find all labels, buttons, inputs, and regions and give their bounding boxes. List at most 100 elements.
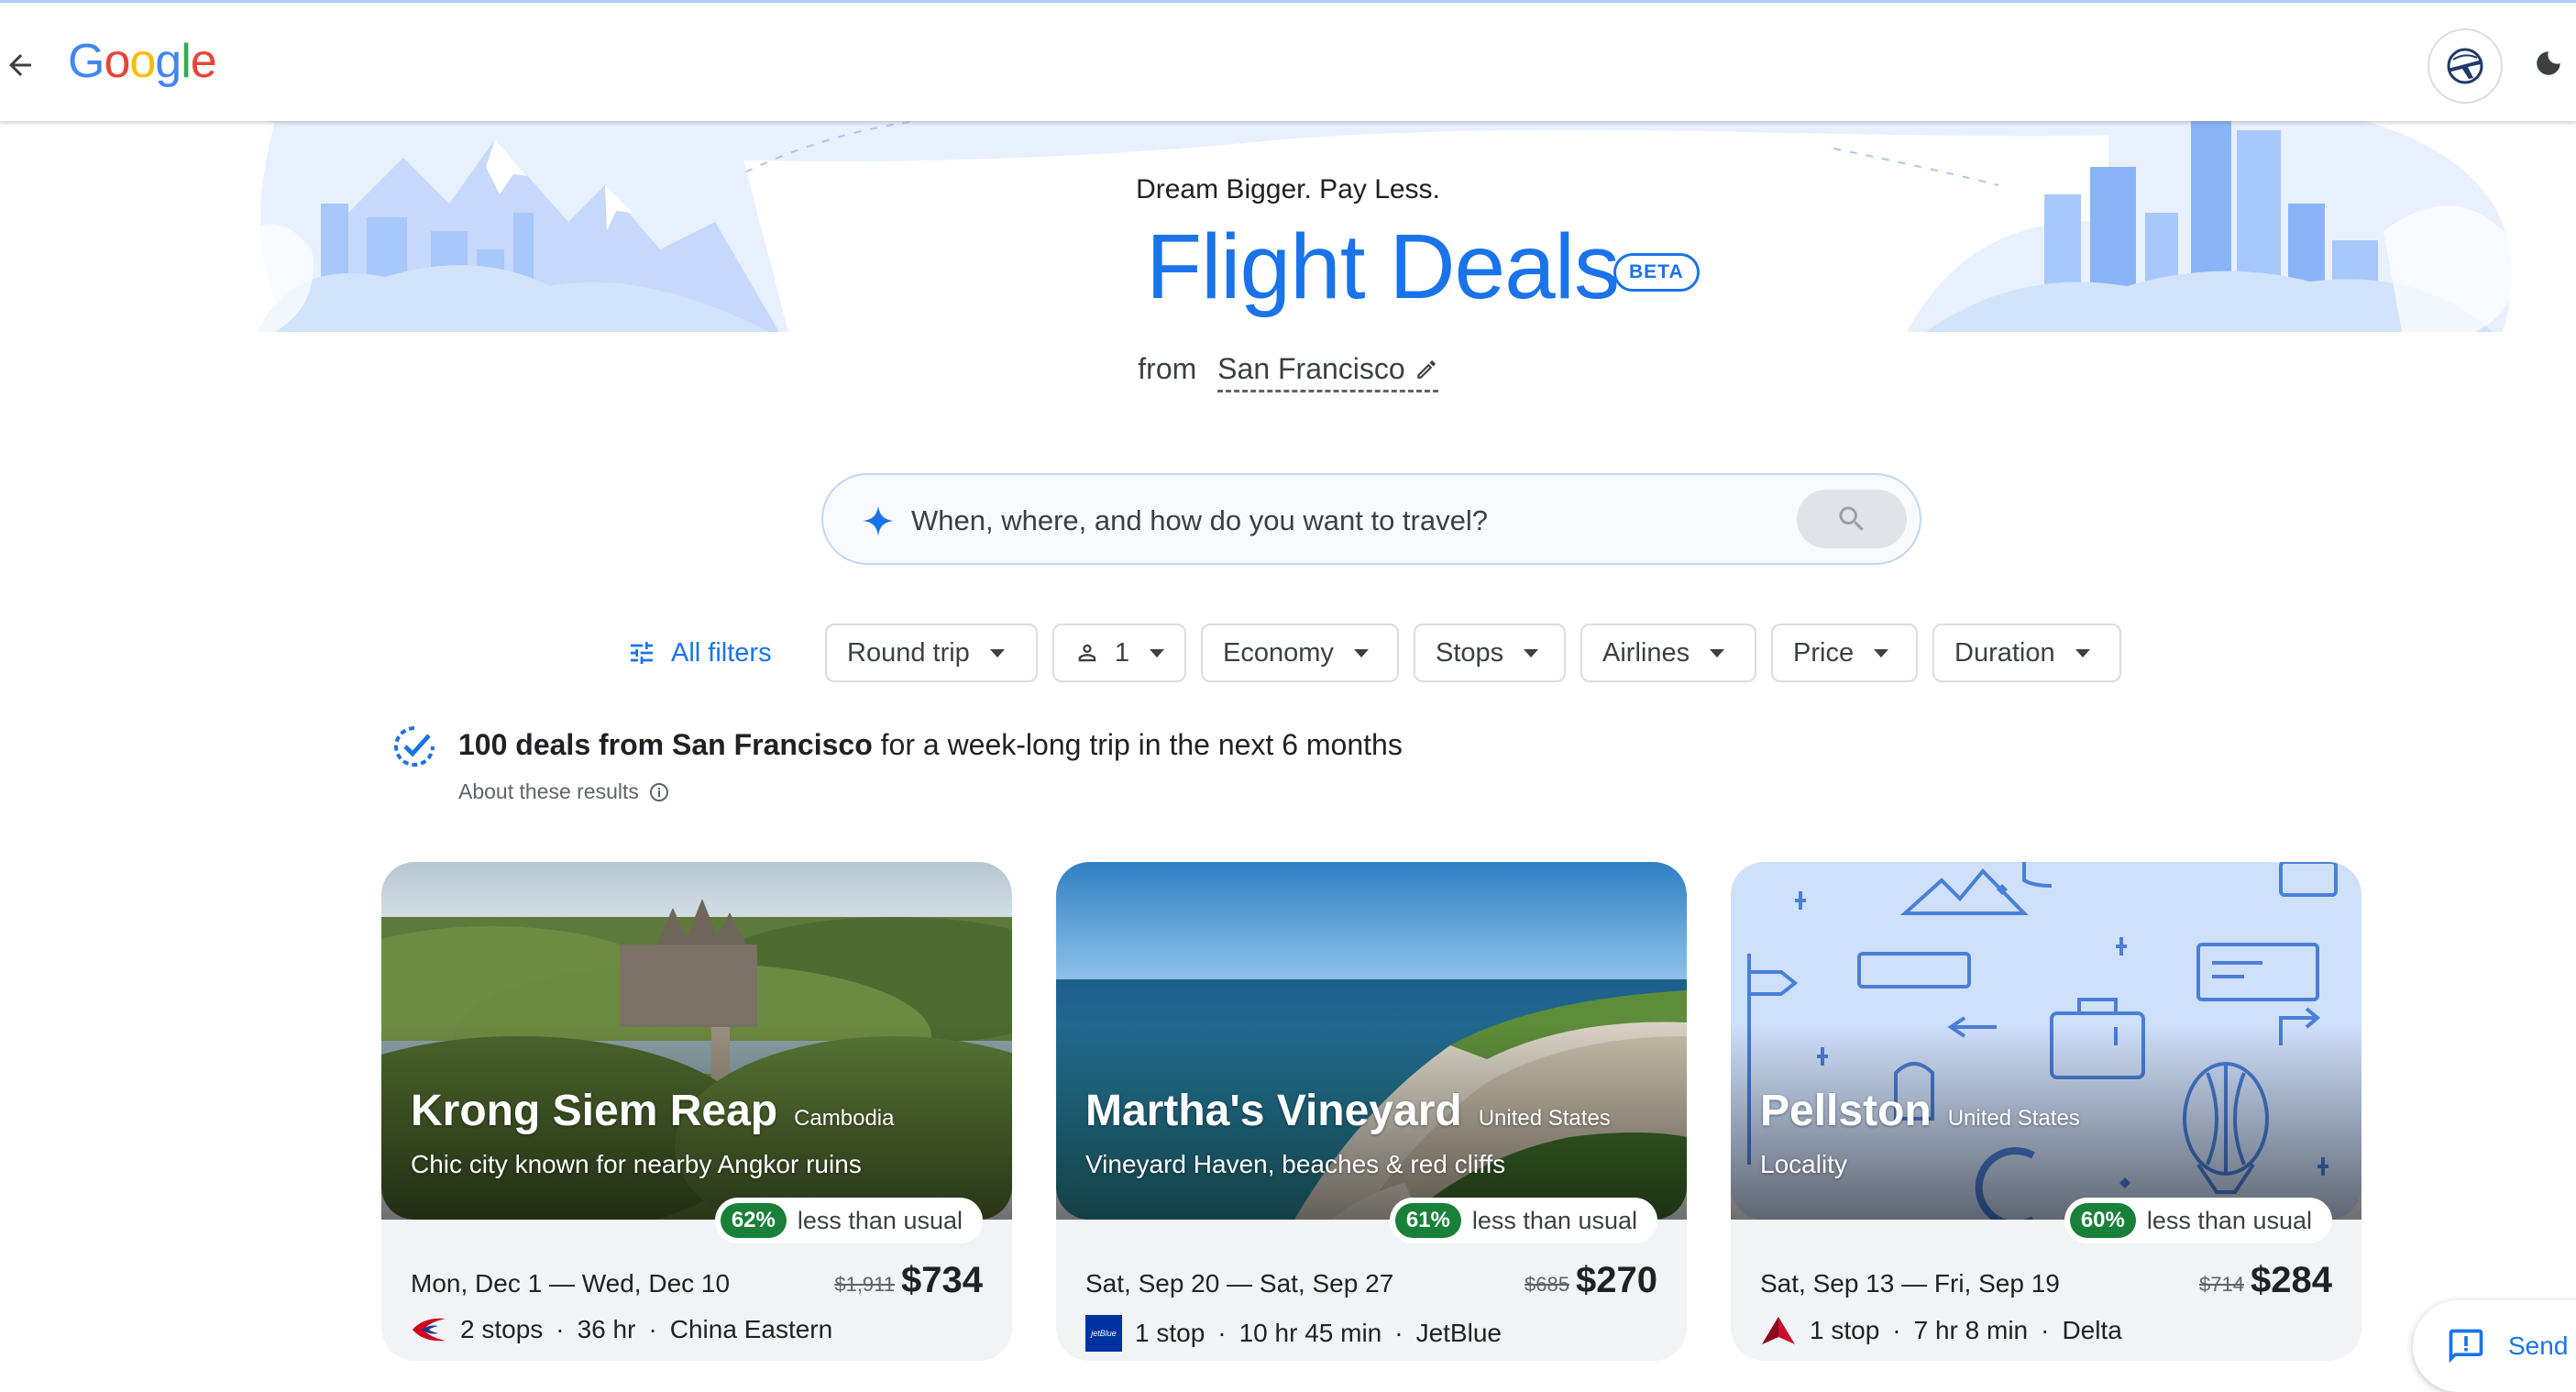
all-filters-label: All filters — [671, 637, 772, 668]
page-title: Flight Deals — [1146, 215, 1620, 318]
jetblue-logo-text: jetBlue — [1091, 1329, 1117, 1338]
search-input[interactable] — [911, 499, 1681, 543]
trip-dates: Sat, Sep 20 — Sat, Sep 27 — [1085, 1269, 1394, 1298]
airline-name: China Eastern — [669, 1315, 833, 1343]
price-dropdown[interactable]: Price — [1771, 624, 1918, 682]
chevron-down-icon — [1150, 648, 1164, 657]
destination-description: Vineyard Haven, beaches & red cliffs — [1085, 1150, 1506, 1178]
about-results-label: About these results — [458, 779, 639, 803]
airlines-dropdown[interactable]: Airlines — [1580, 624, 1756, 682]
destination-name: Pellston — [1760, 1087, 1932, 1135]
flight-info: jetBlue 1 stop · 10 hr 45 min · JetBlue — [1085, 1315, 1502, 1352]
stops-count: 1 stop — [1135, 1319, 1205, 1347]
results-summary: 100 deals from San Francisco for a week-… — [458, 728, 1403, 762]
google-logo[interactable]: Google — [68, 34, 217, 89]
logo-letter: g — [155, 35, 182, 88]
jetblue-logo-icon: jetBlue — [1085, 1315, 1122, 1352]
typical-price: $685 — [1525, 1273, 1569, 1296]
origin-city-editor[interactable]: San Francisco — [1217, 352, 1438, 392]
chevron-down-icon — [1353, 648, 1369, 657]
airline-name: JetBlue — [1415, 1319, 1502, 1347]
passengers-dropdown[interactable]: 1 — [1052, 624, 1186, 682]
stops-dropdown[interactable]: Stops — [1414, 624, 1566, 682]
chip-label: Duration — [1954, 637, 2055, 668]
cabin-class-dropdown[interactable]: Economy — [1201, 624, 1399, 682]
deal-price: $734 — [901, 1260, 983, 1300]
origin-row: from San Francisco — [0, 352, 2576, 392]
chevron-down-icon — [1874, 648, 1889, 657]
results-count: 100 deals from San Francisco — [458, 728, 873, 761]
destination-name: Martha's Vineyard — [1085, 1087, 1462, 1135]
stops-count: 1 stop — [1810, 1316, 1880, 1344]
delta-logo-icon — [1762, 1317, 1795, 1344]
flight-info: 2 stops · 36 hr · China Eastern — [411, 1315, 832, 1344]
deal-badge: 60% less than usual — [2064, 1198, 2332, 1243]
beta-badge: BETA — [1613, 253, 1700, 292]
logo-letter: o — [104, 35, 130, 88]
deal-label: less than usual — [1471, 1206, 1637, 1234]
stops-count: 2 stops — [460, 1315, 544, 1343]
chevron-down-icon — [1710, 648, 1725, 657]
send-feedback-button[interactable]: Send — [2413, 1300, 2576, 1392]
destination-country: Cambodia — [794, 1106, 895, 1131]
destination-country: United States — [1478, 1106, 1611, 1131]
duration-dropdown[interactable]: Duration — [1932, 624, 2121, 682]
chip-label: 1 — [1114, 637, 1129, 668]
flight-duration: 36 hr — [577, 1315, 636, 1343]
trip-type-dropdown[interactable]: Round trip — [825, 624, 1038, 682]
arrow-left-icon — [9, 54, 31, 76]
deal-percent: 62% — [720, 1203, 787, 1238]
feedback-label: Send — [2508, 1331, 2569, 1360]
airline-name: Delta — [2062, 1316, 2122, 1344]
separator: · — [1394, 1319, 1404, 1347]
chip-label: Price — [1793, 637, 1855, 668]
logo-letter: l — [181, 35, 192, 88]
flight-duration: 7 hr 8 min — [1913, 1316, 2029, 1344]
sparkle-icon — [863, 505, 894, 536]
all-filters-button[interactable]: All filters — [627, 624, 772, 682]
account-avatar[interactable] — [2427, 28, 2503, 104]
about-results-link[interactable]: About these results — [458, 779, 670, 804]
person-icon — [1078, 644, 1096, 662]
deal-price: $270 — [1576, 1260, 1657, 1300]
chip-label: Stops — [1436, 637, 1504, 668]
trip-dates: Mon, Dec 1 — Wed, Dec 10 — [411, 1269, 731, 1298]
airplane-globe-icon — [2447, 48, 2483, 84]
flight-duration: 10 hr 45 min — [1238, 1319, 1382, 1347]
pencil-icon — [1416, 359, 1436, 379]
destination-heading: Krong Siem Reap Cambodia — [411, 1086, 894, 1136]
deal-card-marthas-vineyard[interactable]: Martha's Vineyard United States Vineyard… — [1056, 862, 1687, 1361]
china-eastern-logo-icon — [413, 1318, 446, 1342]
moon-icon — [2537, 51, 2560, 75]
separator: · — [1892, 1316, 1901, 1344]
deal-badge: 61% less than usual — [1389, 1198, 1657, 1243]
top-app-bar: Google — [0, 0, 2576, 121]
destination-name: Krong Siem Reap — [411, 1087, 778, 1135]
deal-label: less than usual — [797, 1206, 963, 1234]
search-icon — [1839, 506, 1864, 531]
deal-percent: 60% — [2069, 1203, 2136, 1238]
deal-badge: 62% less than usual — [714, 1198, 983, 1243]
destination-heading: Pellston United States — [1760, 1086, 2080, 1136]
chip-label: Airlines — [1602, 637, 1690, 668]
chevron-down-icon — [989, 648, 1005, 657]
destination-country: United States — [1947, 1106, 2080, 1131]
deal-card-siem-reap[interactable]: Krong Siem Reap Cambodia Chic city known… — [381, 862, 1012, 1361]
chip-label: Economy — [1223, 637, 1334, 668]
logo-letter: G — [68, 35, 105, 88]
deal-label: less than usual — [2146, 1206, 2312, 1234]
typical-price: $1,911 — [834, 1273, 895, 1296]
deal-card-pellston[interactable]: Pellston United States Locality 60% less… — [1731, 862, 2361, 1361]
verified-badge-icon — [394, 726, 435, 767]
back-button[interactable] — [0, 39, 40, 91]
logo-letter: o — [129, 35, 156, 88]
tune-icon — [631, 642, 653, 664]
hero-tagline: Dream Bigger. Pay Less. — [1136, 174, 1440, 204]
deal-percent: 61% — [1394, 1203, 1461, 1238]
destination-description: Locality — [1760, 1150, 1847, 1178]
trip-dates: Sat, Sep 13 — Fri, Sep 19 — [1760, 1269, 2060, 1298]
dark-mode-toggle[interactable] — [2528, 43, 2569, 83]
separator: · — [556, 1315, 565, 1343]
chevron-down-icon — [2075, 648, 2090, 657]
search-button[interactable] — [1797, 490, 1907, 548]
